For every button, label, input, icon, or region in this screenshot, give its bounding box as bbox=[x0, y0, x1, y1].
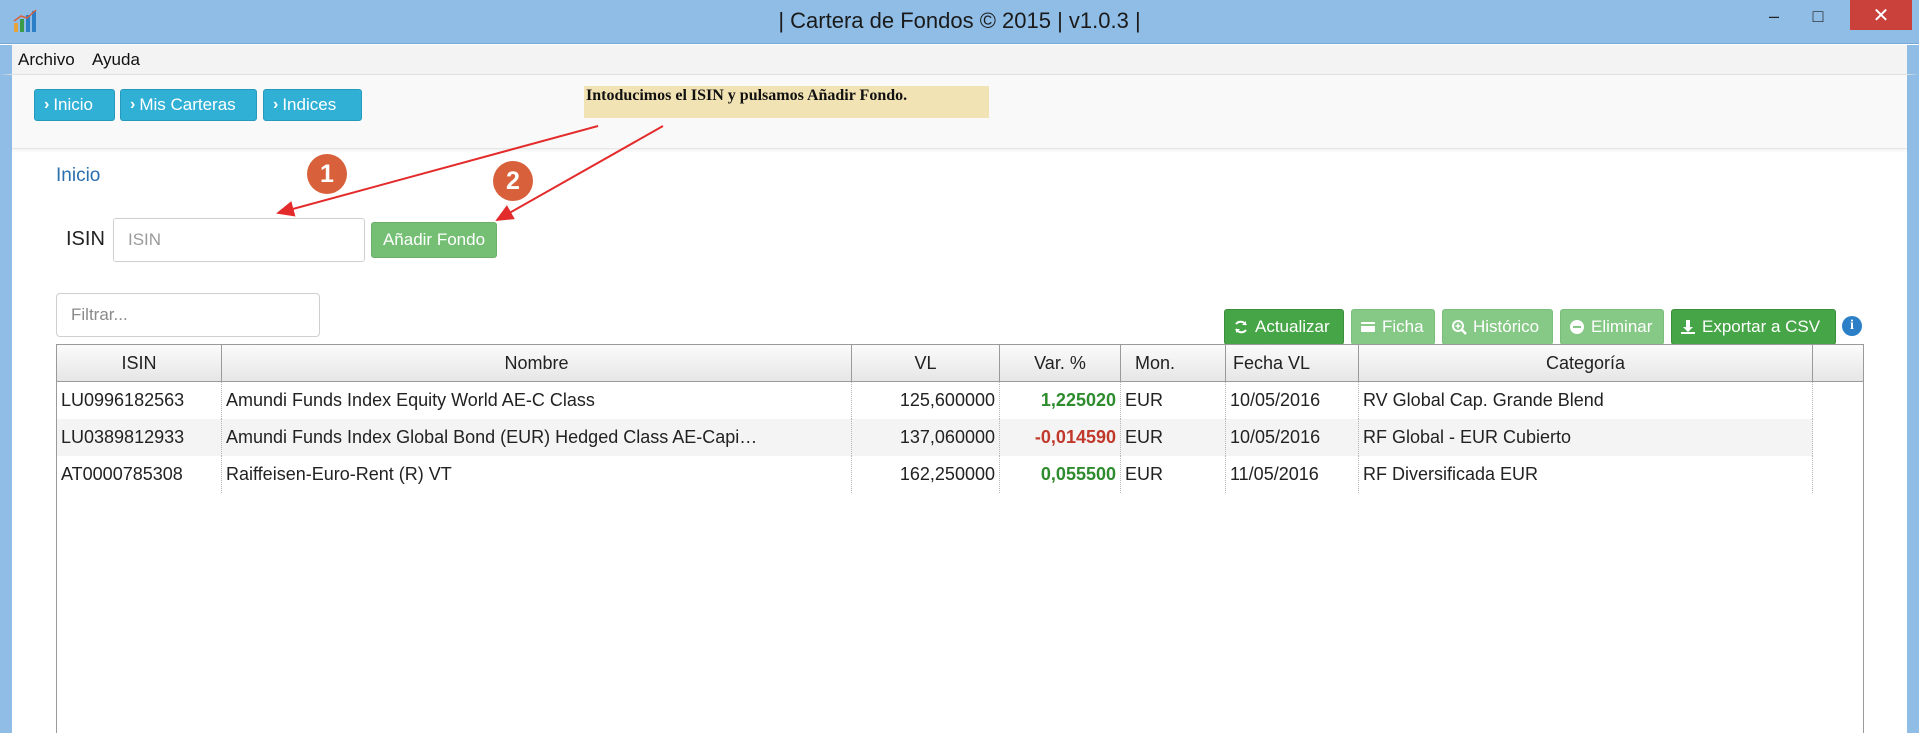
menu-ayuda[interactable]: Ayuda bbox=[92, 50, 140, 70]
column-header-mon[interactable]: Mon. bbox=[1121, 345, 1226, 381]
column-header-categoria[interactable]: Categoría bbox=[1359, 345, 1813, 381]
table-row[interactable]: LU0996182563 Amundi Funds Index Equity W… bbox=[57, 382, 1813, 419]
menu-archivo[interactable]: Archivo bbox=[18, 50, 75, 70]
cell-categoria: RF Global - EUR Cubierto bbox=[1359, 419, 1813, 456]
nav-button-label: Inicio bbox=[53, 95, 94, 114]
cell-nombre: Amundi Funds Index Global Bond (EUR) Hed… bbox=[222, 419, 852, 456]
column-header-isin[interactable]: ISIN bbox=[57, 345, 222, 381]
minimize-button[interactable]: – bbox=[1752, 0, 1796, 32]
window-frame-left bbox=[0, 75, 12, 733]
isin-input[interactable] bbox=[113, 218, 365, 262]
nav-button-inicio[interactable]: › Inicio bbox=[34, 89, 115, 121]
column-header-nombre[interactable]: Nombre bbox=[222, 345, 852, 381]
cell-vl: 137,060000 bbox=[852, 419, 1000, 456]
history-label: Histórico bbox=[1473, 317, 1540, 336]
cell-mon: EUR bbox=[1121, 456, 1226, 493]
cell-nombre: Amundi Funds Index Equity World AE-C Cla… bbox=[222, 382, 852, 419]
cell-fecha: 11/05/2016 bbox=[1226, 456, 1359, 493]
cell-vl: 125,600000 bbox=[852, 382, 1000, 419]
breadcrumb[interactable]: Inicio bbox=[56, 165, 100, 187]
cell-isin: LU0996182563 bbox=[57, 382, 222, 419]
maximize-icon: □ bbox=[1812, 5, 1824, 26]
column-header-var[interactable]: Var. % bbox=[1000, 345, 1121, 381]
step-badge-2: 2 bbox=[493, 161, 533, 201]
window-frame-right bbox=[1907, 75, 1919, 733]
filter-input[interactable] bbox=[56, 293, 320, 337]
cell-mon: EUR bbox=[1121, 419, 1226, 456]
cell-categoria: RF Diversificada EUR bbox=[1359, 456, 1813, 493]
history-button[interactable]: Histórico bbox=[1442, 309, 1553, 345]
menu-bar: Archivo Ayuda bbox=[0, 45, 1919, 75]
column-header-vl[interactable]: VL bbox=[852, 345, 1000, 381]
title-bar: | Cartera de Fondos © 2015 | v1.0.3 | – … bbox=[0, 0, 1919, 44]
cell-mon: EUR bbox=[1121, 382, 1226, 419]
credit-card-icon bbox=[1361, 322, 1375, 332]
zoom-in-icon bbox=[1452, 320, 1467, 335]
chevron-right-icon: › bbox=[44, 96, 50, 113]
refresh-label: Actualizar bbox=[1255, 317, 1330, 336]
funds-table: ISIN Nombre VL Var. % Mon. Fecha VL Cate… bbox=[56, 344, 1864, 733]
minimize-icon: – bbox=[1768, 5, 1779, 26]
window-title: | Cartera de Fondos © 2015 | v1.0.3 | bbox=[778, 8, 1141, 33]
nav-button-label: Indices bbox=[282, 95, 337, 114]
close-icon: ✕ bbox=[1872, 4, 1890, 27]
nav-button-mis-carteras[interactable]: › Mis Carteras bbox=[120, 89, 257, 121]
chevron-right-icon: › bbox=[273, 96, 279, 113]
isin-label: ISIN bbox=[66, 228, 105, 250]
maximize-button[interactable]: □ bbox=[1796, 0, 1840, 32]
refresh-button[interactable]: Actualizar bbox=[1224, 309, 1344, 345]
delete-label: Eliminar bbox=[1591, 317, 1653, 336]
cell-nombre: Raiffeisen-Euro-Rent (R) VT bbox=[222, 456, 852, 493]
cell-fecha: 10/05/2016 bbox=[1226, 382, 1359, 419]
table-row[interactable]: LU0389812933 Amundi Funds Index Global B… bbox=[57, 419, 1813, 456]
minus-circle-icon bbox=[1570, 320, 1584, 334]
cell-var: 0,055500 bbox=[1000, 456, 1121, 493]
export-label: Exportar a CSV bbox=[1702, 317, 1821, 336]
cell-var: 1,225020 bbox=[1000, 382, 1121, 419]
refresh-icon bbox=[1235, 320, 1247, 334]
cell-fecha: 10/05/2016 bbox=[1226, 419, 1359, 456]
delete-button[interactable]: Eliminar bbox=[1560, 309, 1664, 345]
close-button[interactable]: ✕ bbox=[1850, 0, 1912, 30]
step-badge-1: 1 bbox=[307, 154, 347, 194]
cell-categoria: RV Global Cap. Grande Blend bbox=[1359, 382, 1813, 419]
chevron-right-icon: › bbox=[130, 96, 136, 113]
table-row[interactable]: AT0000785308 Raiffeisen-Euro-Rent (R) VT… bbox=[57, 456, 1813, 493]
cell-var: -0,014590 bbox=[1000, 419, 1121, 456]
export-csv-button[interactable]: Exportar a CSV bbox=[1671, 309, 1836, 345]
cell-vl: 162,250000 bbox=[852, 456, 1000, 493]
column-header-fecha[interactable]: Fecha VL bbox=[1226, 345, 1359, 381]
annotation-note: Intoducimos el ISIN y pulsamos Añadir Fo… bbox=[584, 86, 989, 118]
nav-button-indices[interactable]: › Indices bbox=[263, 89, 362, 121]
card-button[interactable]: Ficha bbox=[1351, 309, 1435, 345]
table-header: ISIN Nombre VL Var. % Mon. Fecha VL Cate… bbox=[57, 345, 1863, 382]
download-icon bbox=[1681, 320, 1695, 334]
add-fund-button[interactable]: Añadir Fondo bbox=[371, 222, 497, 258]
card-label: Ficha bbox=[1382, 317, 1424, 336]
info-icon[interactable]: i bbox=[1842, 316, 1862, 336]
cell-isin: AT0000785308 bbox=[57, 456, 222, 493]
nav-button-label: Mis Carteras bbox=[139, 95, 236, 114]
cell-isin: LU0389812933 bbox=[57, 419, 222, 456]
